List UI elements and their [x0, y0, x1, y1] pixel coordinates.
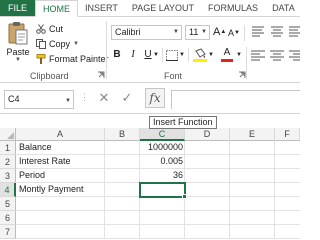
format-painter-button[interactable]: Format Painter — [36, 52, 109, 65]
name-box-value: C4 — [8, 94, 20, 104]
paintbrush-icon — [36, 53, 46, 64]
borders-dropdown-icon[interactable]: ▼ — [179, 48, 185, 62]
column-header-e[interactable]: E — [230, 128, 275, 141]
cut-label: Cut — [49, 23, 64, 34]
selected-cell-c4[interactable] — [139, 182, 186, 198]
cell-c1[interactable]: 1000000 — [140, 141, 185, 155]
align-middle-icon[interactable] — [270, 26, 284, 38]
copy-dropdown-icon[interactable]: ▼ — [73, 41, 79, 47]
group-divider — [246, 47, 247, 79]
align-top-icon[interactable] — [251, 26, 265, 38]
shrink-font-button[interactable]: A▼ — [228, 26, 240, 40]
insert-function-tooltip: Insert Function — [149, 116, 217, 129]
row-header-2[interactable]: 2 — [0, 155, 16, 169]
tab-data[interactable]: DATA — [265, 0, 302, 16]
font-size-value: 11 — [189, 27, 199, 37]
select-all-button[interactable] — [0, 128, 16, 141]
chevron-down-icon[interactable]: ▼ — [63, 93, 73, 106]
row-header-1[interactable]: 1 — [0, 141, 16, 155]
font-color-icon: A — [223, 47, 231, 58]
copy-icon — [36, 38, 46, 49]
font-dialog-launcher-icon[interactable] — [238, 71, 246, 79]
row-header-4[interactable]: 4 — [0, 183, 16, 197]
tab-page-layout[interactable]: PAGE LAYOUT — [125, 0, 201, 16]
font-color-button[interactable]: A — [221, 46, 233, 60]
formula-bar-resize-handle[interactable]: ⋮ — [80, 92, 89, 103]
scissors-icon — [36, 23, 46, 34]
cell-c3[interactable]: 36 — [140, 169, 185, 183]
font-size-select[interactable]: 11 ▼ — [185, 25, 210, 40]
copy-label: Copy — [49, 38, 71, 49]
cell-a1[interactable]: Balance — [17, 141, 105, 155]
group-divider — [244, 25, 245, 41]
align-right-icon[interactable] — [289, 50, 300, 61]
chevron-down-icon: ▼ — [173, 29, 179, 35]
row-header-3[interactable]: 3 — [0, 169, 16, 183]
formula-input[interactable] — [171, 90, 300, 109]
cell-a2[interactable]: Interest Rate — [17, 155, 105, 169]
copy-button[interactable]: Copy ▼ — [36, 37, 79, 50]
format-painter-label: Format Painter — [49, 53, 109, 64]
clipboard-group-label: Clipboard — [30, 71, 69, 81]
column-header-f[interactable]: F — [275, 128, 300, 141]
font-name-value: Calibri — [115, 27, 141, 37]
borders-icon[interactable] — [166, 50, 178, 61]
cell-a3[interactable]: Period — [17, 169, 105, 183]
column-header-a[interactable]: A — [16, 128, 105, 141]
font-color-dropdown-icon[interactable]: ▼ — [236, 48, 242, 62]
chevron-down-icon[interactable]: ▼ — [3, 57, 33, 63]
underline-dropdown-icon[interactable]: ▼ — [153, 48, 159, 62]
row-header-5[interactable]: 5 — [0, 197, 16, 211]
cell-a4[interactable]: Montly Payment — [17, 183, 105, 197]
tab-file[interactable]: FILE — [0, 0, 36, 16]
paste-button[interactable]: Paste ▼ — [3, 20, 33, 63]
fill-handle[interactable] — [182, 194, 187, 199]
column-header-b[interactable]: B — [105, 128, 140, 141]
formula-bar: C4 ▼ ⋮ ✕ ✓ fx — [0, 84, 300, 114]
ribbon-tabs: FILE HOME INSERT PAGE LAYOUT FORMULAS DA… — [0, 0, 300, 17]
name-box[interactable]: C4 ▼ — [4, 90, 74, 109]
cut-button[interactable]: Cut — [36, 22, 63, 35]
group-divider — [106, 21, 107, 79]
enter-icon[interactable]: ✓ — [119, 88, 135, 108]
column-header-d[interactable]: D — [185, 128, 230, 141]
grow-font-button[interactable]: A▲ — [213, 25, 226, 39]
worksheet-grid[interactable]: A B C D E F 1 2 3 4 5 6 7 Balance 100000… — [0, 122, 300, 239]
row-header-7[interactable]: 7 — [0, 225, 16, 239]
group-divider — [188, 48, 189, 62]
tab-formulas[interactable]: FORMULAS — [201, 0, 265, 16]
paste-label: Paste — [6, 47, 30, 57]
bold-button[interactable]: B — [111, 48, 123, 62]
font-color-bar — [221, 59, 233, 62]
fill-color-icon[interactable] — [193, 48, 207, 62]
cancel-icon[interactable]: ✕ — [96, 88, 112, 108]
insert-function-button[interactable]: fx — [145, 88, 165, 108]
row-header-6[interactable]: 6 — [0, 211, 16, 225]
cell-c2[interactable]: 0.005 — [140, 155, 185, 169]
column-header-c[interactable]: C — [140, 128, 185, 141]
font-group-label: Font — [164, 71, 183, 81]
align-bottom-icon[interactable] — [289, 26, 300, 38]
chevron-down-icon: ▼ — [201, 29, 207, 35]
align-left-icon[interactable] — [251, 50, 265, 61]
clipboard-icon — [7, 20, 29, 46]
group-divider — [162, 48, 163, 62]
clipboard-dialog-launcher-icon[interactable] — [97, 71, 105, 79]
ribbon-home: Paste ▼ Cut Copy ▼ Format Painter Clipbo… — [0, 17, 300, 83]
fill-color-dropdown-icon[interactable]: ▼ — [208, 48, 214, 62]
italic-button[interactable]: I — [127, 48, 139, 62]
font-name-select[interactable]: Calibri ▼ — [111, 25, 182, 40]
tab-insert[interactable]: INSERT — [78, 0, 125, 16]
tab-home[interactable]: HOME — [35, 0, 79, 17]
align-center-icon[interactable] — [270, 50, 284, 61]
